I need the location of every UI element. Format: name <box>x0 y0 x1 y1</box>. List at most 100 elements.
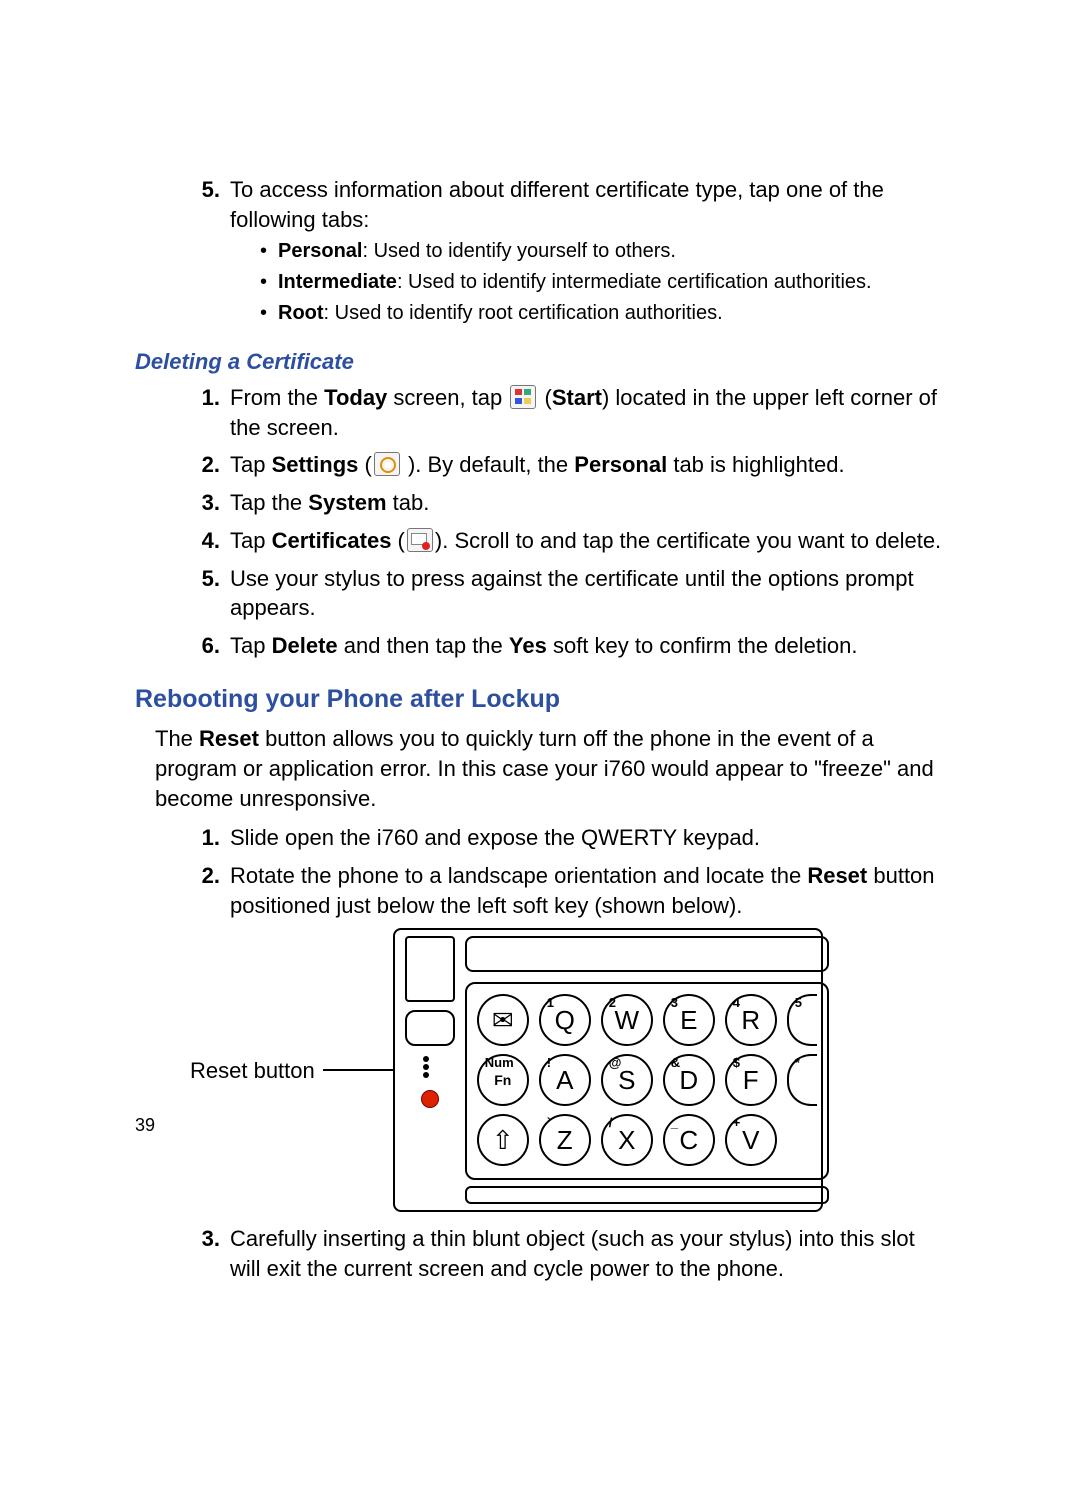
reset-button-icon <box>421 1090 439 1108</box>
tab-bullet: Intermediate: Used to identify intermedi… <box>260 269 945 296</box>
key-C: _C <box>663 1114 715 1166</box>
key-✉: ✉ <box>477 994 529 1046</box>
page-number: 39 <box>135 1113 155 1137</box>
key-label: ✉ <box>492 1003 514 1038</box>
key-Q: 1Q <box>539 994 591 1046</box>
bullet-bold: Intermediate <box>278 271 397 293</box>
manual-page: 5. To access information about different… <box>0 0 1080 1284</box>
reset-bold: Reset <box>199 726 259 751</box>
step-marker: 4. <box>135 526 230 556</box>
bold-term: Delete <box>272 633 338 658</box>
key-superscript: + <box>733 1114 741 1132</box>
key-superscript: 3 <box>671 994 678 1012</box>
step-marker: 2. <box>135 861 230 920</box>
key-label: E <box>680 1003 697 1038</box>
text: Rotate the phone to a landscape orientat… <box>230 863 807 888</box>
bold-term: Start <box>552 385 602 410</box>
bold-term: Certificates <box>272 528 392 553</box>
tab-bullet: Root: Used to identify root certificatio… <box>260 300 945 327</box>
settings-icon <box>374 452 400 476</box>
key-label: Z <box>557 1123 573 1158</box>
step-marker: 5. <box>135 564 230 623</box>
key-Z: `Z <box>539 1114 591 1166</box>
cert-icon <box>407 528 433 552</box>
text: The <box>155 726 199 751</box>
key-superscript: @ <box>609 1054 622 1072</box>
key-label: X <box>618 1123 635 1158</box>
bullet-bold: Root <box>278 302 324 324</box>
delete-steps-list: 1.From the Today screen, tap (Start) loc… <box>135 383 945 661</box>
step-body: Rotate the phone to a landscape orientat… <box>230 861 945 920</box>
speaker-dots <box>423 1056 437 1078</box>
key-superscript: ` <box>547 1114 551 1132</box>
bold-term: System <box>308 490 386 515</box>
key-label: Fn <box>494 1071 511 1090</box>
step-marker: 6. <box>135 631 230 661</box>
key-S: @S <box>601 1054 653 1106</box>
key-D: &D <box>663 1054 715 1106</box>
tab-bullet: Personal: Used to identify yourself to o… <box>260 238 945 265</box>
device-outline: ✉1Q2W3E4R5NumFn!A@S&D$F*⇧`Z/X_C+V <box>393 928 823 1212</box>
step-body: Tap Delete and then tap the Yes soft key… <box>230 631 945 661</box>
key-label: D <box>679 1063 698 1098</box>
step-marker: 5. <box>135 175 230 337</box>
key-label: V <box>742 1123 759 1158</box>
key-R: 4R <box>725 994 777 1046</box>
step-marker: 3. <box>135 488 230 518</box>
key-row: ⇧`Z/X_C+V <box>477 1114 817 1166</box>
key-5: 5 <box>787 994 817 1046</box>
key-superscript: 4 <box>733 994 740 1012</box>
reboot-steps-list-2: 3. Carefully inserting a thin blunt obje… <box>135 1224 945 1283</box>
qwerty-keypad: ✉1Q2W3E4R5NumFn!A@S&D$F*⇧`Z/X_C+V <box>465 982 829 1180</box>
tab-bullet-list: Personal: Used to identify yourself to o… <box>260 238 945 327</box>
step-body: Carefully inserting a thin blunt object … <box>230 1224 945 1283</box>
key-superscript: & <box>671 1054 680 1072</box>
key-superscript: 2 <box>609 994 616 1012</box>
step-marker: 3. <box>135 1224 230 1283</box>
screen-edge <box>405 936 455 1002</box>
bold-term: Yes <box>509 633 547 658</box>
key-superscript: 5 <box>795 994 802 1012</box>
key-superscript: _ <box>671 1114 678 1132</box>
bottom-trim <box>465 1186 829 1204</box>
bold-term: Settings <box>272 452 359 477</box>
step-marker: 2. <box>135 450 230 480</box>
device-right-column: ✉1Q2W3E4R5NumFn!A@S&D$F*⇧`Z/X_C+V <box>465 936 829 1204</box>
key-A: !A <box>539 1054 591 1106</box>
start-icon <box>510 385 536 409</box>
key-Fn: NumFn <box>477 1054 529 1106</box>
step-body: Tap the System tab. <box>230 488 945 518</box>
bullet-bold: Personal <box>278 240 362 262</box>
heading-deleting-certificate: Deleting a Certificate <box>135 347 945 377</box>
key-superscript: * <box>795 1054 800 1072</box>
step-body: Tap Certificates (). Scroll to and tap t… <box>230 526 945 556</box>
left-soft-key <box>405 1010 455 1046</box>
key-superscript: 1 <box>547 994 554 1012</box>
hinge-bar <box>465 936 829 972</box>
key-label: Q <box>555 1003 575 1038</box>
key-X: /X <box>601 1114 653 1166</box>
step-body: Slide open the i760 and expose the QWERT… <box>230 823 945 853</box>
reset-button-label: Reset button <box>135 1056 315 1086</box>
key-superscript: ! <box>547 1054 551 1072</box>
text: button allows you to quickly turn off th… <box>155 726 934 810</box>
step-marker: 1. <box>135 823 230 853</box>
key-label: C <box>679 1123 698 1158</box>
key-label: R <box>741 1003 760 1038</box>
step-body: To access information about different ce… <box>230 175 945 337</box>
step-body: From the Today screen, tap (Start) locat… <box>230 383 945 442</box>
reset-bold: Reset <box>807 863 867 888</box>
key-label: F <box>743 1063 759 1098</box>
step-body: Tap Settings ( ). By default, the Person… <box>230 450 945 480</box>
reboot-paragraph: The Reset button allows you to quickly t… <box>155 724 945 813</box>
key-*: * <box>787 1054 817 1106</box>
key-W: 2W <box>601 994 653 1046</box>
key-label: ⇧ <box>492 1123 514 1158</box>
key-superscript: $ <box>733 1054 740 1072</box>
step-body: Use your stylus to press against the cer… <box>230 564 945 623</box>
device-left-column <box>405 936 455 1204</box>
reset-diagram: Reset button ✉1Q2W3E4R5NumFn!A@S&D$F*⇧`Z… <box>135 928 945 1212</box>
key-superscript: Num <box>485 1054 514 1072</box>
key-label: W <box>614 1003 639 1038</box>
pointer-line <box>323 1069 393 1071</box>
